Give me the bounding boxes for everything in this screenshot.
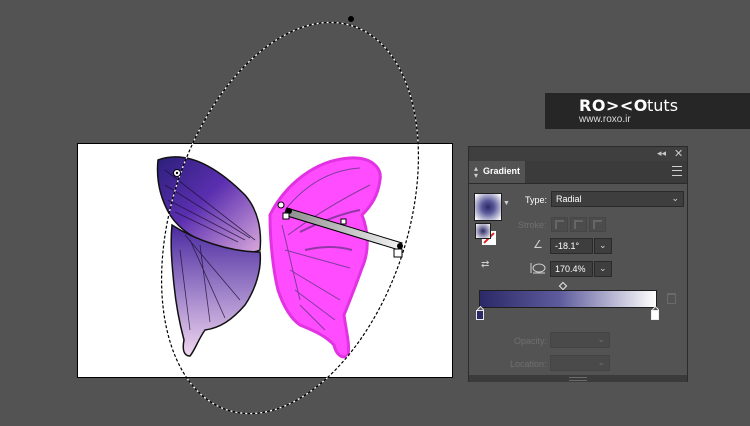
close-icon[interactable]: ✕ [674, 147, 683, 160]
stroke-along-button [570, 217, 587, 232]
ellipse-resize-handle[interactable] [348, 16, 354, 22]
watermark-banner: RO><O tuts www.roxo.ir [545, 93, 750, 129]
tab-gradient[interactable]: ▴ ▾ Gradient [469, 161, 525, 183]
gradient-preview-swatch[interactable] [474, 193, 502, 221]
gradient-start-color-stop[interactable] [476, 310, 484, 320]
watermark-tuts: tuts [647, 96, 679, 115]
opacity-label: Opacity: [514, 336, 548, 346]
reverse-gradient-icon[interactable]: ⇄ [481, 259, 495, 273]
stroke-label: Stroke: [518, 220, 547, 230]
chevron-down-icon: ⌄ [597, 357, 605, 367]
gradient-type-select[interactable]: Radial ⌄ [551, 191, 684, 207]
aspect-ratio-icon [530, 263, 546, 274]
gradient-end-stop[interactable] [393, 248, 403, 258]
type-label: Type: [525, 195, 548, 205]
gradient-end-color-stop[interactable] [651, 310, 659, 320]
right-wing[interactable] [268, 156, 382, 359]
watermark-url: www.roxo.ir [579, 114, 631, 125]
gradient-panel: ◂◂ ✕ ▴ ▾ Gradient ▼ ⇄ Type: Radial ⌄ Stro… [468, 146, 688, 382]
gradient-type-value: Radial [556, 194, 582, 204]
aspect-ratio-value: 170.4% [555, 264, 586, 274]
fill-swatch[interactable] [475, 223, 491, 239]
tab-expand-icon[interactable]: ▴ ▾ [474, 165, 478, 180]
location-input: ⌄ [550, 355, 610, 371]
left-wing[interactable] [156, 156, 262, 357]
gradient-midpoint-diamond[interactable] [558, 281, 568, 291]
location-label: Location: [510, 359, 547, 369]
tab-gradient-label: Gradient [483, 166, 521, 176]
aspect-ratio-input[interactable]: 170.4% [550, 261, 593, 277]
chevron-down-icon: ⌄ [597, 334, 605, 344]
aspect-ratio-dropdown[interactable]: ⌄ [594, 261, 612, 277]
chevron-down-icon: ⌄ [671, 193, 679, 203]
angle-dropdown[interactable]: ⌄ [594, 238, 612, 254]
angle-icon: ∠ [533, 239, 543, 251]
grip-icon[interactable] [569, 377, 587, 381]
panel-menu-icon[interactable] [672, 166, 682, 176]
angle-input[interactable]: -18.1° [550, 238, 593, 254]
gradient-start-stop[interactable] [282, 212, 290, 220]
opacity-input: ⌄ [550, 332, 610, 348]
illustrator-canvas: RO><O tuts www.roxo.ir ◂◂ ✕ ▴ ▾ Gradient … [0, 0, 750, 426]
chevron-down-icon: ⌄ [599, 240, 607, 250]
stroke-within-button [551, 217, 568, 232]
collapse-icon[interactable]: ◂◂ [657, 148, 666, 159]
stroke-across-button [589, 217, 606, 232]
panel-resize-bar[interactable] [469, 375, 687, 382]
watermark-logo: RO><O [579, 96, 648, 115]
panel-tab-row: ▴ ▾ Gradient [469, 161, 687, 184]
gradient-slider-bar[interactable] [479, 290, 657, 308]
trash-icon [667, 293, 676, 304]
chevron-down-icon: ⌄ [599, 263, 607, 273]
panel-title-bar[interactable]: ◂◂ ✕ [469, 147, 687, 161]
angle-value: -18.1° [555, 241, 580, 251]
preview-dropdown-icon[interactable]: ▼ [503, 200, 510, 207]
